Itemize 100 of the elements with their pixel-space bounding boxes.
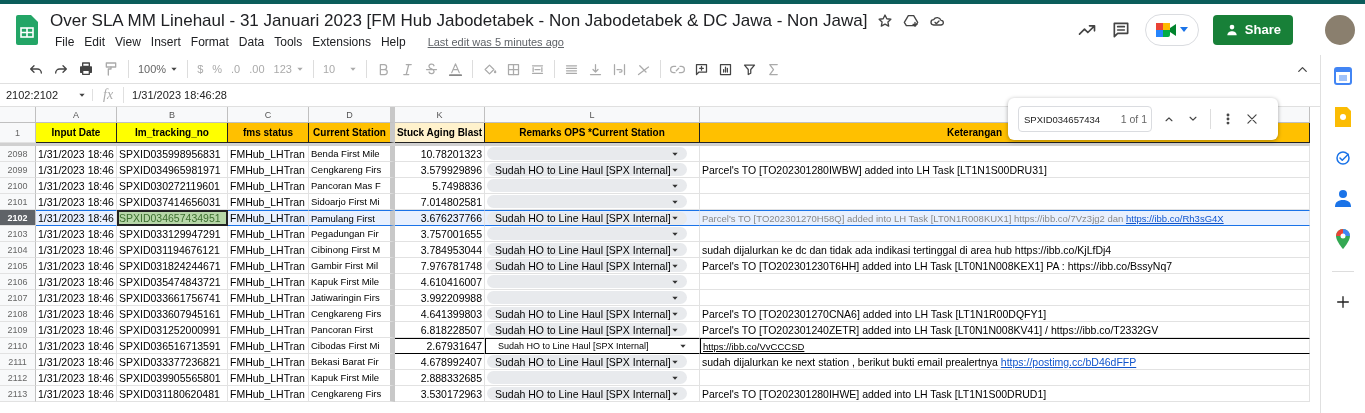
note-cell[interactable]: Parcel's TO [TO202301280IWBW] added into LH Task [LT1N1S00DRU31] bbox=[700, 162, 1310, 178]
note-cell[interactable] bbox=[700, 370, 1310, 386]
note-cell[interactable]: Parcel's TO [TO202301270CNA6] added into LH Task [LT1N1R00DQFY1] bbox=[700, 306, 1310, 322]
menu-item[interactable]: Insert bbox=[145, 34, 186, 49]
note-cell[interactable]: https://ibb.co/VvCCCSD bbox=[700, 338, 1310, 354]
row-number[interactable]: 2108 bbox=[0, 306, 36, 322]
note-cell[interactable] bbox=[700, 146, 1310, 162]
menu-item[interactable]: View bbox=[110, 34, 146, 49]
paint-format-icon[interactable] bbox=[103, 61, 119, 77]
menu-item[interactable]: File bbox=[50, 34, 80, 49]
borders-icon[interactable] bbox=[506, 61, 522, 77]
row-number[interactable]: 2102 bbox=[0, 210, 36, 226]
note-cell[interactable] bbox=[700, 290, 1310, 306]
select-all-corner[interactable] bbox=[0, 107, 36, 123]
remark-cell[interactable]: Sudah HO to Line Haul [SPX Internal] bbox=[485, 322, 700, 338]
last-edit-link[interactable]: Last edit was 5 minutes ago bbox=[422, 35, 569, 48]
remark-cell[interactable]: Sudah HO to Line Haul [SPX Internal] bbox=[485, 258, 700, 274]
text-color-icon[interactable] bbox=[448, 61, 464, 77]
close-icon[interactable] bbox=[1245, 112, 1259, 126]
row-number[interactable]: 2112 bbox=[0, 370, 36, 386]
maps-pin-icon[interactable] bbox=[1336, 229, 1350, 249]
remark-cell[interactable]: Sudah HO to Line Haul [SPX Internal] bbox=[485, 210, 700, 226]
remark-cell[interactable] bbox=[485, 370, 700, 386]
fill-color-icon[interactable] bbox=[482, 61, 498, 77]
share-button[interactable]: Share bbox=[1212, 14, 1293, 45]
keep-icon[interactable] bbox=[1335, 107, 1351, 127]
row-number[interactable]: 2107 bbox=[0, 290, 36, 306]
note-link[interactable]: https://ibb.co/Rh3sG4X bbox=[1125, 212, 1224, 224]
dropdown-chip[interactable]: Sudah HO to Line Haul [SPX Internal] bbox=[487, 163, 687, 176]
remark-cell[interactable]: Sudah HO to Line Haul [SPX Internal] bbox=[485, 162, 700, 178]
row-number[interactable]: 2111 bbox=[0, 354, 36, 370]
column-header[interactable]: K bbox=[395, 107, 485, 123]
remark-cell[interactable] bbox=[485, 290, 700, 306]
remark-cell[interactable]: Sudah HO to Line Haul [SPX Internal] bbox=[485, 306, 700, 322]
dropdown-chip[interactable]: Sudah HO to Line Haul [SPX Internal] bbox=[487, 355, 687, 368]
strikethrough-icon[interactable] bbox=[424, 61, 440, 77]
menu-item[interactable]: Extensions bbox=[307, 34, 376, 49]
contacts-icon[interactable] bbox=[1335, 189, 1351, 207]
add-comment-icon[interactable] bbox=[694, 61, 710, 77]
row-number[interactable]: 2100 bbox=[0, 178, 36, 194]
drive-add-icon[interactable] bbox=[903, 12, 920, 29]
document-title[interactable]: Over SLA MM Linehaul - 31 Januari 2023 [FM Hub Jabodetabek - Non Jabodetabek & DC Jawa - Non Jawa] bbox=[50, 10, 868, 31]
row-number[interactable]: 2098 bbox=[0, 146, 36, 162]
remark-cell[interactable]: Sudah HO to Line Haul [SPX Internal] bbox=[485, 354, 700, 370]
calendar-icon[interactable] bbox=[1334, 67, 1352, 85]
dropdown-chip[interactable]: Sudah HO to Line Haul [SPX Internal] bbox=[487, 307, 687, 320]
note-cell[interactable] bbox=[700, 274, 1310, 290]
column-header[interactable]: C bbox=[228, 107, 309, 123]
menu-item[interactable]: Tools bbox=[269, 34, 308, 49]
plus-icon[interactable] bbox=[1335, 294, 1351, 310]
note-cell[interactable]: Parcel's TO [TO202301270H58Q] added into LH Task [LT0N1R008KUX1] https://ibb.co/7Vz3jg2 dan https://ibb.co/Rh3sG4X bbox=[700, 210, 1310, 226]
column-header[interactable]: D bbox=[309, 107, 395, 123]
note-cell[interactable]: sudah dijalurkan ke next station , berikut bukti email prealertnya https://postimg.cc/bD46dFFP bbox=[700, 354, 1310, 370]
note-cell[interactable] bbox=[700, 178, 1310, 194]
note-link[interactable]: https://postimg.cc/bD46dFFP bbox=[1000, 355, 1137, 368]
menu-item[interactable]: Format bbox=[185, 34, 234, 49]
remark-cell[interactable] bbox=[485, 194, 700, 210]
vertical-align-icon[interactable] bbox=[588, 61, 604, 77]
dropdown[interactable]: Sudah HO to Line Haul [SPX Internal] bbox=[488, 341, 693, 351]
star-icon[interactable] bbox=[877, 12, 894, 29]
remark-cell[interactable] bbox=[485, 178, 700, 194]
formula-input[interactable]: 1/31/2023 18:46:28 bbox=[124, 89, 227, 101]
note-cell[interactable]: Parcel's TO [TO202301230T6HH] added into LH Task [LT0N1N008KEX1] PA : https://ibb.co/BssyNq7 bbox=[700, 258, 1310, 274]
chart-icon[interactable] bbox=[718, 61, 734, 77]
column-header[interactable]: B bbox=[117, 107, 228, 123]
filter-icon[interactable] bbox=[742, 61, 758, 77]
row-number[interactable]: 2106 bbox=[0, 274, 36, 290]
zoom-select[interactable]: 100% bbox=[138, 63, 167, 75]
print-icon[interactable] bbox=[78, 61, 94, 77]
note-cell[interactable] bbox=[700, 226, 1310, 242]
dropdown-chip[interactable]: Sudah HO to Line Haul [SPX Internal] bbox=[487, 323, 687, 336]
note-cell[interactable]: sudah dijalurkan ke dc dan tidak ada indikasi tertinggal di area hub https://ibb.co/KjLfDj4 bbox=[700, 242, 1310, 258]
tasks-icon[interactable] bbox=[1334, 149, 1352, 167]
menu-item[interactable]: Help bbox=[375, 34, 411, 49]
row-number[interactable]: 2099 bbox=[0, 162, 36, 178]
row-number[interactable]: 2113 bbox=[0, 386, 36, 402]
note-cell[interactable]: Parcel's TO [TO202301280IHWE] added into LH Task [LT1N1S00DRUD1] bbox=[700, 386, 1310, 402]
remark-cell[interactable] bbox=[485, 146, 700, 162]
dropdown-chip[interactable]: Sudah HO to Line Haul [SPX Internal] bbox=[487, 243, 687, 256]
name-box[interactable]: 2102:2102 bbox=[6, 89, 58, 101]
column-header[interactable]: L bbox=[485, 107, 700, 123]
note-link[interactable]: https://ibb.co/VvCCCSD bbox=[703, 340, 805, 352]
row-number[interactable]: 2101 bbox=[0, 194, 36, 210]
row-number[interactable]: 2103 bbox=[0, 226, 36, 242]
remark-cell[interactable]: Sudah HO to Line Haul [SPX Internal] bbox=[485, 242, 700, 258]
dropdown-chip[interactable]: Sudah HO to Line Haul [SPX Internal] bbox=[487, 387, 687, 400]
row-number[interactable]: 2109 bbox=[0, 322, 36, 338]
remark-cell[interactable]: Sudah HO to Line Haul [SPX Internal] bbox=[485, 338, 700, 354]
row-number[interactable]: 1 bbox=[0, 123, 36, 143]
remark-cell[interactable] bbox=[485, 226, 700, 242]
note-cell[interactable]: Parcel's TO [TO202301240ZETR] added into LH Task [LT0N1N008KV41] / https://ibb.co/T2332GV bbox=[700, 322, 1310, 338]
remark-cell[interactable] bbox=[485, 274, 700, 290]
row-number[interactable]: 2110 bbox=[0, 338, 36, 354]
dropdown-chip[interactable]: Sudah HO to Line Haul [SPX Internal] bbox=[487, 211, 687, 225]
dropdown-chip[interactable]: Sudah HO to Line Haul [SPX Internal] bbox=[487, 259, 687, 272]
avatar[interactable] bbox=[1325, 14, 1355, 45]
sheets-logo[interactable] bbox=[16, 14, 38, 45]
column-header[interactable]: A bbox=[36, 107, 117, 123]
menu-item[interactable]: Edit bbox=[79, 34, 111, 49]
remark-cell[interactable]: Sudah HO to Line Haul [SPX Internal] bbox=[485, 386, 700, 402]
